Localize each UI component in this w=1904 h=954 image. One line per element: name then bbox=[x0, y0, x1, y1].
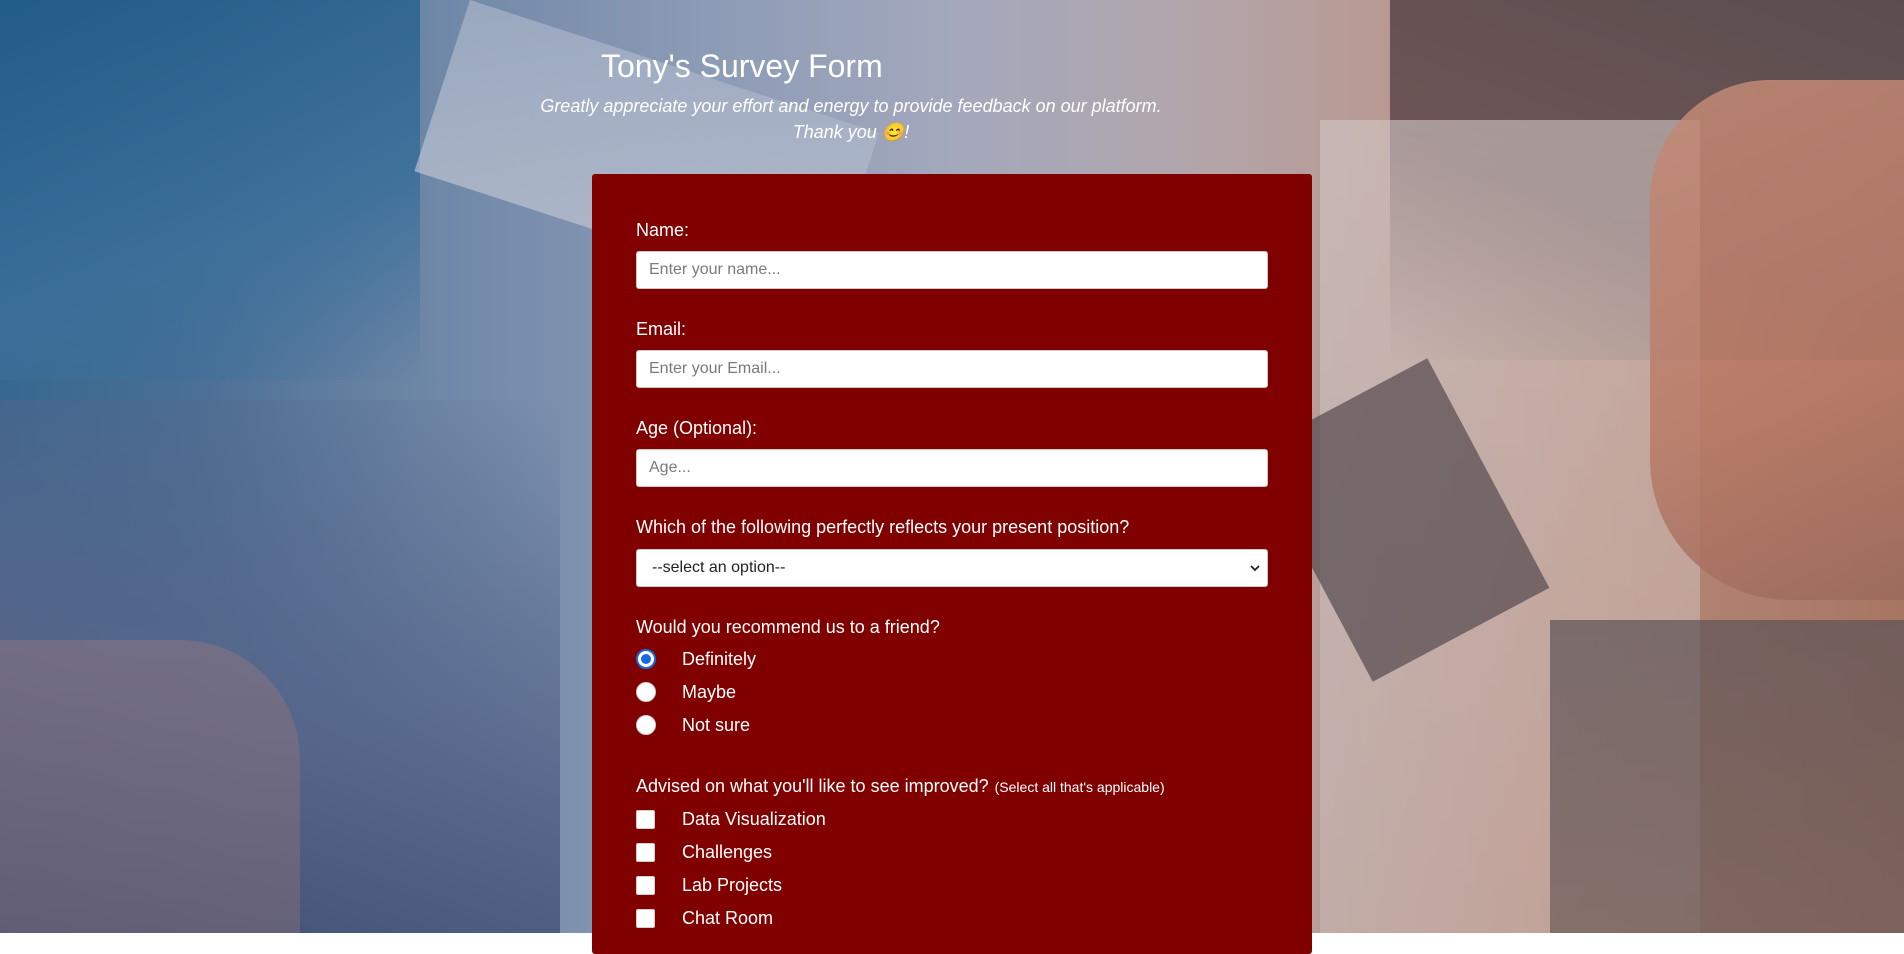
age-input[interactable] bbox=[636, 449, 1268, 487]
page-description: Greatly appreciate your effort and energ… bbox=[501, 93, 1201, 145]
checkbox-option-label: Lab Projects bbox=[682, 875, 783, 895]
survey-form: Name: Email: Age (Optional): Which of th… bbox=[592, 174, 1312, 954]
radio-option-label: Not sure bbox=[682, 715, 751, 735]
checkbox[interactable] bbox=[636, 876, 655, 895]
position-select[interactable]: --select an option-- bbox=[636, 549, 1268, 587]
radio-option-label: Definitely bbox=[682, 649, 757, 669]
checkbox[interactable] bbox=[636, 810, 655, 829]
radio-button[interactable] bbox=[636, 682, 656, 702]
position-select-value: --select an option-- bbox=[652, 559, 786, 576]
description-line-1: Greatly appreciate your effort and energ… bbox=[540, 96, 1162, 116]
name-input[interactable] bbox=[636, 251, 1268, 289]
recommend-label: Would you recommend us to a friend? bbox=[636, 617, 940, 637]
checkbox-option-label: Challenges bbox=[682, 842, 773, 862]
age-label: Age (Optional): bbox=[636, 418, 758, 438]
checkbox[interactable] bbox=[636, 843, 655, 862]
improve-label: Advised on what you'll like to see impro… bbox=[636, 775, 1165, 798]
checkbox[interactable] bbox=[636, 909, 655, 928]
radio-button[interactable] bbox=[636, 715, 656, 735]
position-label: Which of the following perfectly reflect… bbox=[636, 517, 1130, 537]
radio-button[interactable] bbox=[636, 649, 656, 669]
name-label: Name: bbox=[636, 220, 690, 240]
email-input[interactable] bbox=[636, 350, 1268, 388]
checkbox-option-label: Chat Room bbox=[682, 908, 774, 928]
radio-option-label: Maybe bbox=[682, 682, 737, 702]
page-title: Tony's Survey Form bbox=[601, 48, 883, 84]
description-line-2: Thank you 😊! bbox=[792, 122, 910, 142]
checkbox-option-label: Data Visualization bbox=[682, 809, 826, 829]
improve-label-text: Advised on what you'll like to see impro… bbox=[636, 776, 989, 796]
improve-hint: (Select all that's applicable) bbox=[994, 779, 1165, 795]
email-label: Email: bbox=[636, 319, 687, 339]
chevron-down-icon bbox=[1250, 565, 1260, 572]
